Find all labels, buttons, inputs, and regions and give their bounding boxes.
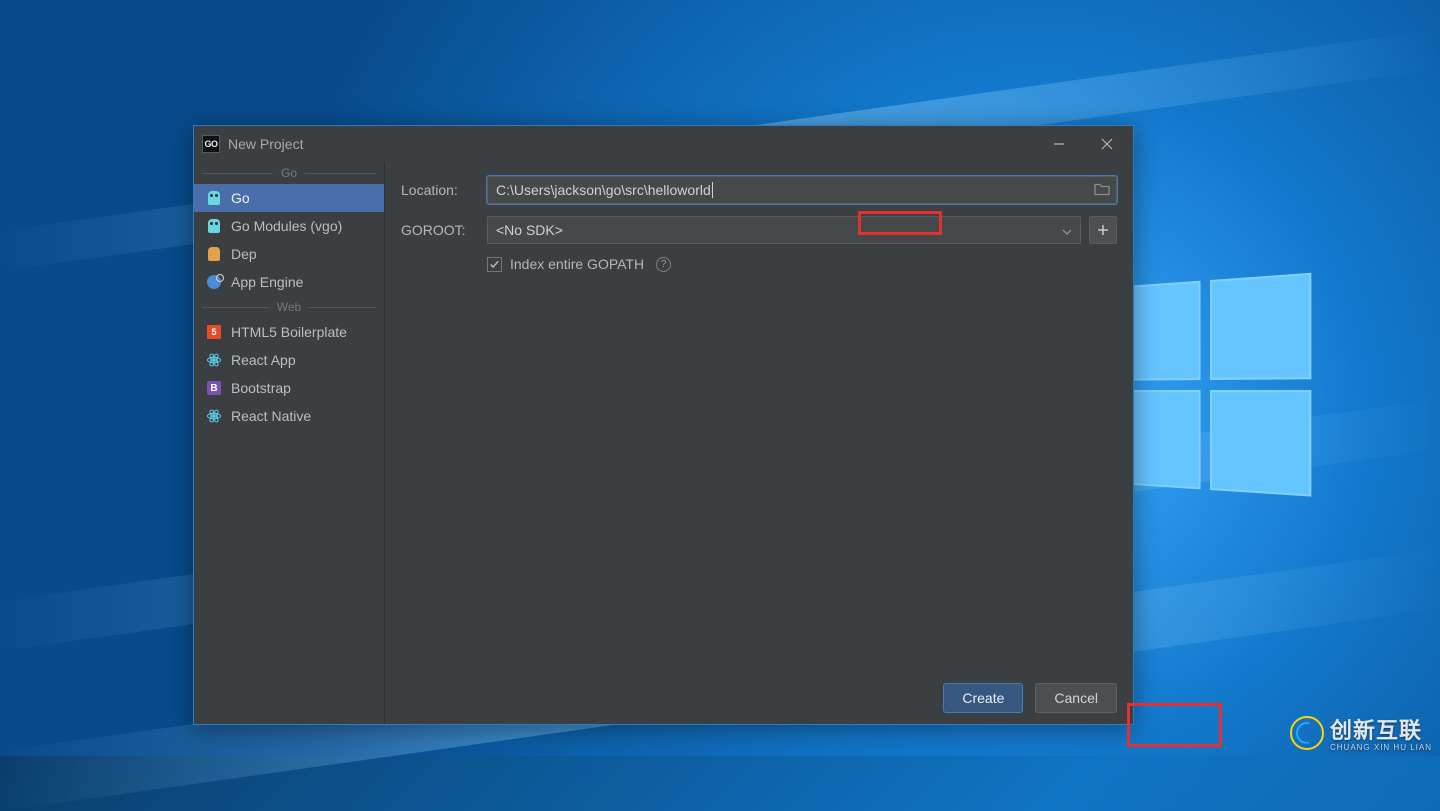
form-panel: Location: C:\Users\jackson\go\src\hellow…	[385, 162, 1133, 724]
sidebar-item-html5-boilerplate[interactable]: 5 HTML5 Boilerplate	[194, 318, 384, 346]
sidebar-item-label: React Native	[231, 408, 311, 424]
dep-icon	[206, 246, 222, 262]
bootstrap-icon: B	[206, 380, 222, 396]
browse-folder-icon[interactable]	[1094, 182, 1110, 199]
sidebar-section-web: Web	[194, 300, 384, 314]
sidebar-item-label: Go	[231, 190, 250, 206]
sidebar-item-label: Go Modules (vgo)	[231, 218, 342, 234]
sidebar-item-go[interactable]: Go	[194, 184, 384, 212]
goroot-dropdown[interactable]: <No SDK>	[487, 216, 1081, 244]
cancel-button[interactable]: Cancel	[1035, 683, 1117, 713]
text-caret	[712, 182, 713, 198]
new-project-dialog: GO New Project Go Go Go Modules (vgo) De…	[193, 125, 1134, 725]
react-icon	[206, 408, 222, 424]
sidebar-item-label: Dep	[231, 246, 257, 262]
sidebar-item-react-app[interactable]: React App	[194, 346, 384, 374]
appengine-icon	[206, 274, 222, 290]
gopher-icon	[206, 218, 222, 234]
sidebar-item-label: React App	[231, 352, 296, 368]
location-value-prefix: C:\Users\jackson\go\src\	[496, 182, 648, 198]
index-gopath-checkbox[interactable]	[487, 257, 502, 272]
minimize-button[interactable]	[1039, 131, 1079, 157]
close-button[interactable]	[1087, 131, 1127, 157]
windows-logo	[1112, 272, 1322, 508]
sidebar-item-app-engine[interactable]: App Engine	[194, 268, 384, 296]
watermark-logo-icon	[1290, 716, 1324, 750]
titlebar: GO New Project	[194, 126, 1133, 162]
sidebar-item-dep[interactable]: Dep	[194, 240, 384, 268]
sidebar-item-label: HTML5 Boilerplate	[231, 324, 347, 340]
location-field[interactable]: C:\Users\jackson\go\src\helloworld	[487, 176, 1117, 204]
goroot-value: <No SDK>	[496, 222, 1062, 238]
sidebar-item-react-native[interactable]: React Native	[194, 402, 384, 430]
sidebar-item-label: App Engine	[231, 274, 303, 290]
sidebar-item-label: Bootstrap	[231, 380, 291, 396]
sidebar-section-go: Go	[194, 166, 384, 180]
location-value-suffix: helloworld	[648, 182, 711, 198]
goroot-label: GOROOT:	[401, 222, 487, 238]
html5-icon: 5	[206, 324, 222, 340]
index-gopath-label: Index entire GOPATH	[510, 256, 644, 272]
watermark-subtext: CHUANG XIN HU LIAN	[1330, 743, 1432, 752]
create-button[interactable]: Create	[943, 683, 1023, 713]
app-icon: GO	[202, 135, 220, 153]
location-label: Location:	[401, 182, 487, 198]
watermark-text: 创新互联	[1330, 718, 1422, 743]
project-type-sidebar: Go Go Go Modules (vgo) Dep App Engine We…	[194, 162, 385, 724]
sidebar-item-go-modules[interactable]: Go Modules (vgo)	[194, 212, 384, 240]
add-sdk-button[interactable]	[1089, 216, 1117, 244]
chevron-down-icon	[1062, 222, 1072, 238]
dialog-title: New Project	[228, 136, 1031, 152]
sidebar-item-bootstrap[interactable]: B Bootstrap	[194, 374, 384, 402]
gopher-icon	[206, 190, 222, 206]
help-icon[interactable]: ?	[656, 257, 671, 272]
watermark: 创新互联 CHUANG XIN HU LIAN	[1290, 713, 1432, 752]
react-icon	[206, 352, 222, 368]
